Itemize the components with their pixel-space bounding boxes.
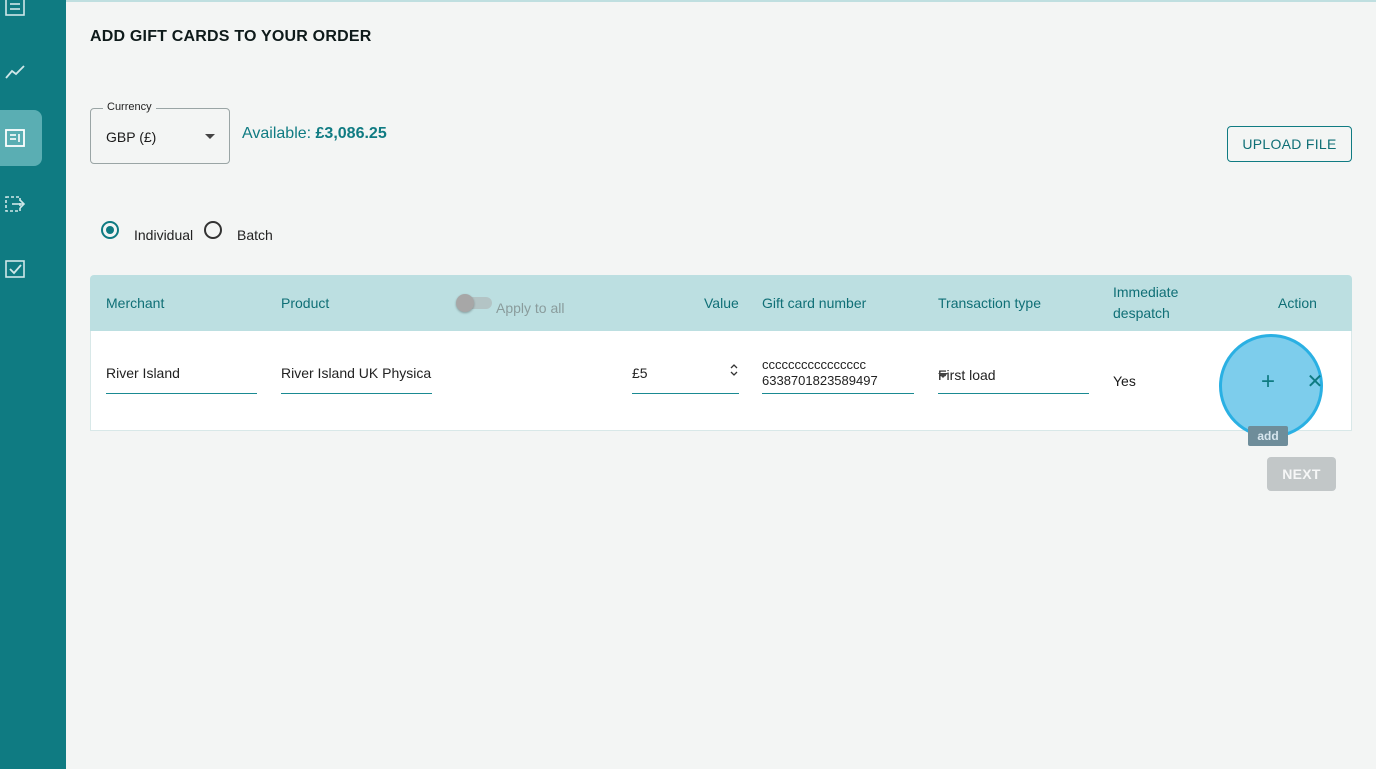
gift-card-number-input[interactable]: cccccccccccccccc 6338701823589497 (762, 357, 914, 394)
page-title: ADD GIFT CARDS TO YOUR ORDER (90, 28, 372, 45)
chevron-down-icon (938, 373, 948, 378)
header-merchant: Merchant (106, 295, 165, 311)
immediate-despatch-value: Yes (1113, 373, 1136, 389)
product-input[interactable]: River Island UK Physica (281, 364, 432, 394)
transaction-type-select[interactable]: First load (938, 366, 1089, 394)
apply-to-all-toggle-knob[interactable] (456, 294, 474, 312)
value-input[interactable]: £5 (632, 364, 739, 394)
radio-batch[interactable] (204, 221, 222, 239)
chart-line-icon[interactable] (0, 52, 66, 92)
available-amount: £3,086.25 (315, 125, 387, 142)
radio-batch-label[interactable]: Batch (237, 227, 273, 243)
apply-to-all-label: Apply to all (496, 300, 565, 316)
chevron-down-icon (205, 134, 215, 139)
document-icon[interactable] (0, 118, 66, 158)
header-immediate-despatch-line2: despatch (1113, 305, 1170, 321)
currency-value: GBP (£) (106, 129, 157, 145)
gift-card-line1: cccccccccccccccc (762, 357, 866, 372)
header-product: Product (281, 295, 330, 311)
header-immediate-despatch-line1: Immediate (1113, 284, 1179, 300)
top-divider (66, 0, 1376, 2)
value-amount: £5 (632, 365, 648, 381)
radio-individual[interactable] (101, 221, 119, 239)
header-value: Value (704, 295, 739, 311)
radio-individual-label[interactable]: Individual (134, 227, 193, 243)
add-tooltip: add (1248, 426, 1288, 446)
close-icon[interactable]: ✕ (1305, 372, 1325, 392)
stepper-arrows-icon[interactable] (729, 362, 739, 379)
plus-icon[interactable]: + (1256, 370, 1280, 395)
list-icon[interactable] (0, 0, 66, 27)
upload-file-button[interactable]: UPLOAD FILE (1227, 126, 1352, 162)
merchant-input[interactable]: River Island (106, 364, 257, 394)
available-balance: Available: £3,086.25 (242, 125, 387, 143)
gift-card-line2: 6338701823589497 (762, 373, 878, 388)
header-action: Action (1278, 295, 1317, 311)
next-button[interactable]: NEXT (1267, 457, 1336, 491)
transfer-icon[interactable] (0, 184, 66, 224)
currency-label: Currency (103, 101, 156, 113)
product-value: River Island UK Physica (281, 365, 432, 381)
header-transaction-type: Transaction type (938, 295, 1041, 311)
available-label: Available: (242, 125, 316, 142)
merchant-value: River Island (106, 365, 180, 381)
header-gift-card-number: Gift card number (762, 295, 867, 311)
checkbox-icon[interactable] (0, 249, 66, 289)
sidebar (0, 0, 66, 769)
currency-select[interactable]: Currency GBP (£) (90, 101, 230, 164)
